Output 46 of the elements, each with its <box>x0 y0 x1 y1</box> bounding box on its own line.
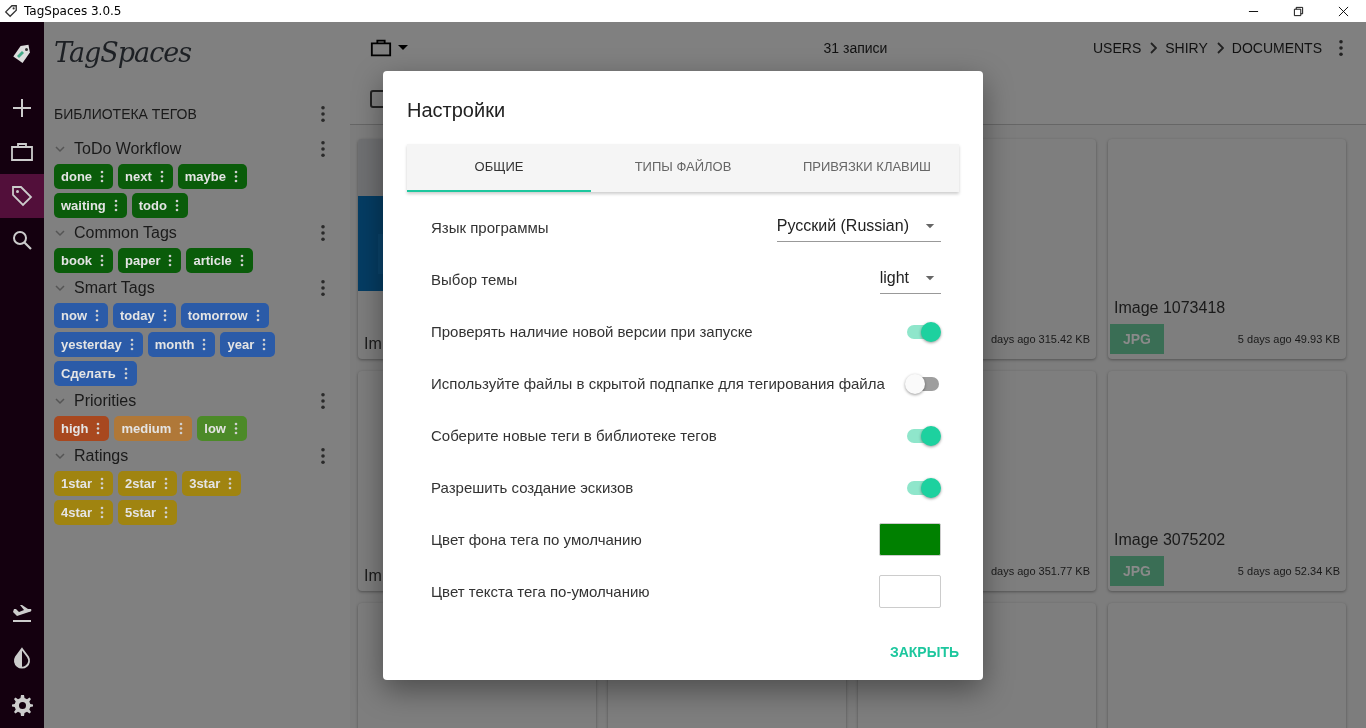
tag-label: next <box>125 169 152 184</box>
file-type-badge: JPG <box>1110 324 1164 354</box>
tag-label: 5star <box>125 505 157 520</box>
tag-label: 1star <box>61 476 93 491</box>
setting-label: Проверять наличие новой версии при запуске <box>431 321 753 342</box>
tag-label: todo <box>138 198 167 213</box>
tag-label: tomorrow <box>187 308 248 323</box>
dialog-title: Настройки <box>407 97 507 123</box>
section-heading: БИБЛИОТЕКА ТЕГОВ <box>54 106 197 122</box>
window-title: TagSpaces 3.0.5 <box>24 4 122 18</box>
tag-label: medium <box>121 421 172 436</box>
setting-label: Соберите новые теги в библиотеке тегов <box>431 425 717 446</box>
file-meta: 5 days ago 49.93 KB <box>1237 333 1340 345</box>
tag-label: article <box>193 253 232 268</box>
tag-label: 4star <box>61 505 93 520</box>
setting-label: Цвет текста тега по-умолчанию <box>431 581 650 602</box>
tag-label: maybe <box>184 169 226 184</box>
tag-label: book <box>61 253 93 268</box>
tag-label: done <box>61 169 93 184</box>
tag-label: 2star <box>125 476 157 491</box>
file-name: Im <box>363 335 383 354</box>
tag-label: low <box>204 421 226 436</box>
tag-label: today <box>120 308 155 323</box>
entry-count: 31 записи <box>822 40 889 56</box>
file-name: Im <box>363 567 383 586</box>
tag-label: 3star <box>189 476 221 491</box>
file-meta: days ago 351.77 KB <box>990 565 1090 577</box>
tag-label: now <box>61 308 87 323</box>
tag-label: yesterday <box>61 337 122 352</box>
file-type-badge: JPG <box>1110 556 1164 586</box>
file-meta: 5 days ago 52.34 KB <box>1237 565 1340 577</box>
setting-label: Цвет фона тега по умолчанию <box>431 529 642 550</box>
tag-label: Сделать <box>61 366 116 381</box>
setting-label: Выбор темы <box>431 269 518 290</box>
setting-label: Язык программы <box>431 217 549 238</box>
tag-label: waiting <box>61 198 106 213</box>
file-name: Image 3075202 <box>1113 531 1227 550</box>
tag-label: paper <box>125 253 161 268</box>
tag-label: high <box>61 421 89 436</box>
tag-label: year <box>227 337 255 352</box>
file-meta: days ago 315.42 KB <box>990 333 1090 345</box>
file-name: Image 1073418 <box>1113 299 1227 318</box>
setting-label: Используйте файлы в скрытой подпапке для тегирования файла <box>431 373 885 394</box>
tag-label: month <box>154 337 195 352</box>
setting-label: Разрешить создание эскизов <box>431 477 634 498</box>
app-logo: TagSpaces <box>54 36 192 68</box>
